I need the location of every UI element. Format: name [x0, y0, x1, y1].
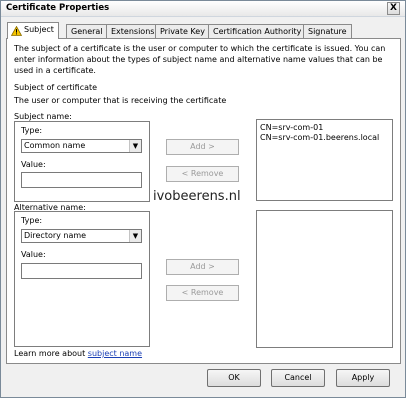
alternative-name-list[interactable]	[256, 210, 393, 348]
tab-label: Private Key	[160, 27, 205, 36]
tab-private-key[interactable]: Private Key	[155, 24, 210, 38]
close-icon: X	[390, 3, 397, 13]
apply-button[interactable]: Apply	[336, 369, 390, 387]
title-bar: Certificate Properties X	[1, 1, 405, 17]
chevron-down-icon: ▼	[129, 230, 141, 242]
alternative-type-combo[interactable]: Directory name ▼	[21, 229, 142, 243]
learn-more-prefix: Learn more about	[14, 349, 86, 358]
alternative-remove-button[interactable]: < Remove	[166, 285, 239, 301]
subject-name-group: Type: Common name ▼ Value:	[14, 121, 150, 202]
subject-value-label: Value:	[21, 160, 46, 169]
tab-certification-authority[interactable]: Certification Authority	[208, 24, 307, 38]
alternative-type-value: Directory name	[24, 231, 87, 240]
list-item[interactable]: CN=srv-com-01.beerens.local	[260, 133, 379, 142]
tab-subject[interactable]: Subject	[7, 22, 59, 39]
subject-type-label: Type:	[21, 126, 43, 135]
watermark: ivobeerens.nl	[152, 189, 242, 204]
cancel-button[interactable]: Cancel	[271, 369, 325, 387]
subject-description: The subject of a certificate is the user…	[14, 44, 386, 75]
ok-button[interactable]: OK	[207, 369, 261, 387]
subject-add-button[interactable]: Add >	[166, 139, 239, 155]
tab-label: Signature	[308, 27, 347, 36]
alternative-add-button[interactable]: Add >	[166, 259, 239, 275]
alternative-name-group: Type: Directory name ▼ Value:	[14, 211, 150, 347]
close-button[interactable]: X	[387, 2, 400, 15]
alternative-value-input[interactable]	[21, 263, 142, 279]
tab-extensions[interactable]: Extensions	[106, 24, 160, 38]
tab-general[interactable]: General	[66, 24, 108, 38]
tab-label: Subject	[24, 25, 54, 34]
alternative-type-label: Type:	[21, 216, 43, 225]
subject-type-value: Common name	[24, 141, 86, 150]
tab-label: Certification Authority	[213, 27, 302, 36]
list-item[interactable]: CN=srv-com-01	[260, 123, 323, 132]
subject-name-label: Subject name:	[14, 112, 72, 121]
subject-heading: Subject of certificate	[14, 83, 98, 92]
tab-signature[interactable]: Signature	[303, 24, 352, 38]
subject-name-list[interactable]: CN=srv-com-01 CN=srv-com-01.beerens.loca…	[256, 119, 393, 201]
learn-more-text: Learn more about subject name	[14, 349, 142, 358]
certificate-properties-dialog: Certificate Properties X Subject General…	[0, 0, 406, 398]
subject-subheading: The user or computer that is receiving t…	[14, 96, 227, 105]
tab-label: General	[71, 27, 103, 36]
window-title: Certificate Properties	[6, 3, 110, 13]
alternative-value-label: Value:	[21, 250, 46, 259]
subject-type-combo[interactable]: Common name ▼	[21, 139, 142, 153]
subject-remove-button[interactable]: < Remove	[166, 166, 239, 182]
warning-icon	[11, 26, 22, 36]
chevron-down-icon: ▼	[129, 140, 141, 152]
subject-name-link[interactable]: subject name	[88, 349, 142, 358]
subject-value-input[interactable]	[21, 172, 142, 188]
tab-label: Extensions	[111, 27, 155, 36]
